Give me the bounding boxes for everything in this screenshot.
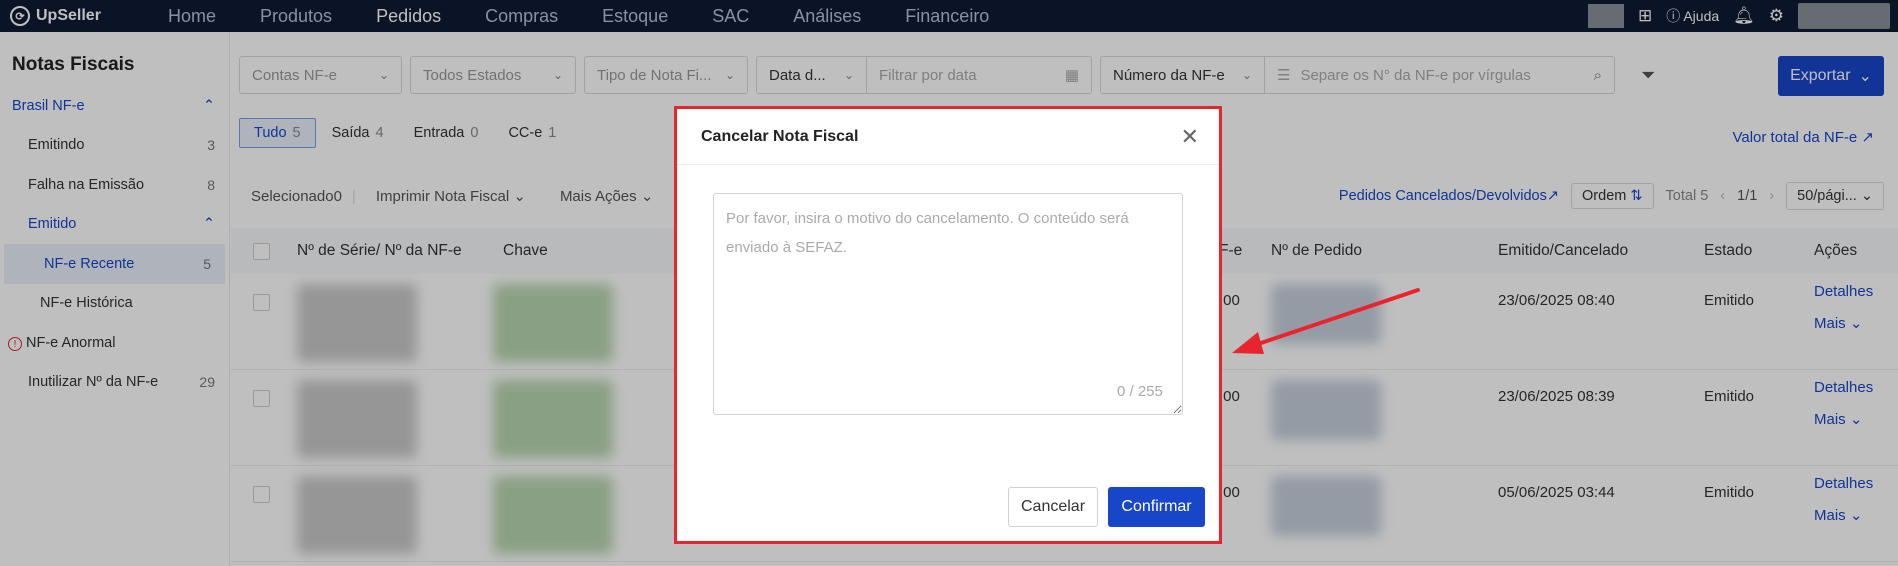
confirm-button[interactable]: Confirmar <box>1108 487 1205 527</box>
close-icon[interactable]: ✕ <box>1181 124 1199 150</box>
modal-footer: Cancelar Confirmar <box>1008 487 1205 527</box>
modal-header: Cancelar Nota Fiscal ✕ <box>677 109 1219 165</box>
modal-body <box>677 165 1219 419</box>
modal-title: Cancelar Nota Fiscal <box>701 127 859 145</box>
annotation-arrow-icon <box>1232 288 1420 354</box>
cancel-nfe-modal: Cancelar Nota Fiscal ✕ 0 / 255 Cancelar … <box>674 106 1222 544</box>
cancel-button[interactable]: Cancelar <box>1008 487 1098 527</box>
cancel-reason-textarea[interactable] <box>713 193 1183 415</box>
char-counter: 0 / 255 <box>1117 383 1163 400</box>
